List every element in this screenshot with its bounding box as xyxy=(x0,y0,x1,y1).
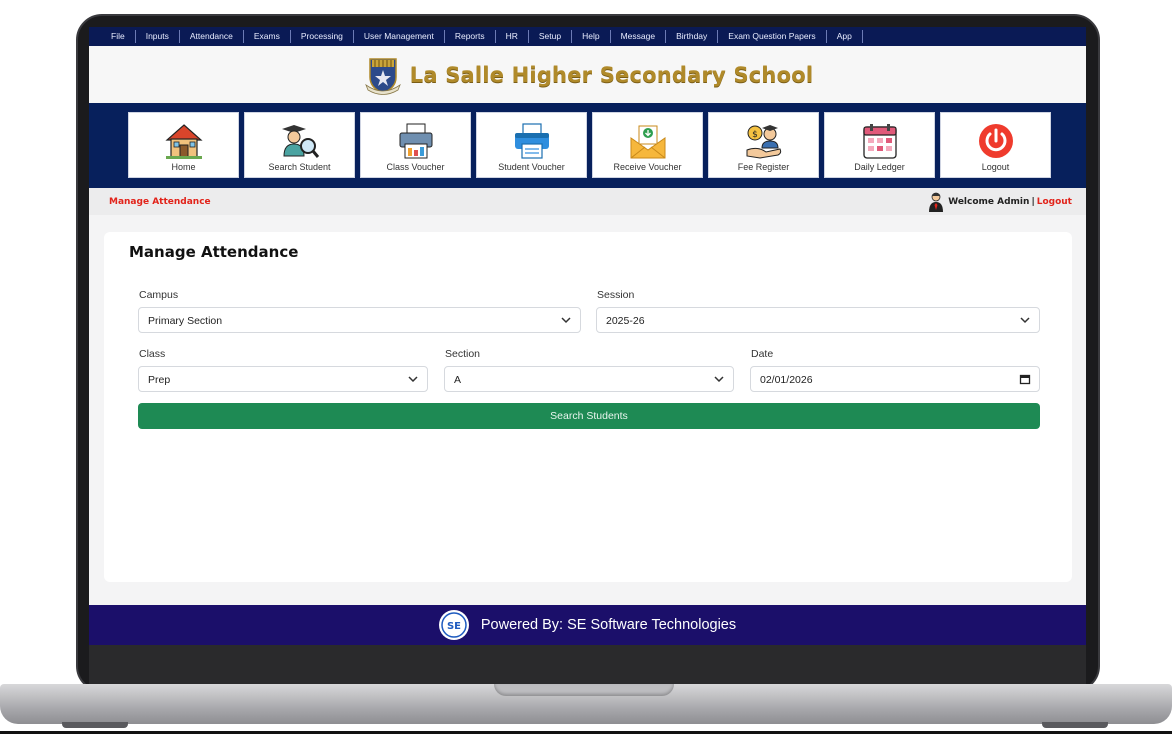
tile-daily-ledger[interactable]: Daily Ledger xyxy=(824,112,935,178)
logout-link[interactable]: Logout xyxy=(1037,197,1072,207)
school-name: La Salle Higher Secondary School xyxy=(409,62,814,87)
laptop-foot-right xyxy=(1042,722,1108,728)
menu-reports[interactable]: Reports xyxy=(445,30,496,43)
school-crest-icon xyxy=(364,57,401,95)
home-icon xyxy=(164,124,203,159)
search-student-icon xyxy=(281,125,319,158)
chevron-down-icon xyxy=(1020,317,1030,324)
menu-attendance[interactable]: Attendance xyxy=(180,30,244,43)
se-logo-icon: SE xyxy=(438,610,469,640)
menu-setup[interactable]: Setup xyxy=(529,30,573,43)
chevron-down-icon xyxy=(561,317,571,324)
breadcrumb-title: Manage Attendance xyxy=(109,197,211,207)
menu-exams[interactable]: Exams xyxy=(244,30,291,43)
menu-message[interactable]: Message xyxy=(611,30,667,43)
campus-label: Campus xyxy=(139,289,179,301)
powered-by-text: Powered By: SE Software Technologies xyxy=(480,617,737,633)
date-value: 02/01/2026 xyxy=(760,374,813,386)
session-select[interactable]: 2025-26 xyxy=(596,307,1040,333)
welcome-separator: | xyxy=(1031,197,1035,207)
menu-app[interactable]: App xyxy=(827,30,863,43)
receive-voucher-icon xyxy=(630,125,665,159)
date-label: Date xyxy=(751,348,774,360)
welcome-text: Welcome Admin xyxy=(948,197,1030,207)
tile-label: Fee Register xyxy=(737,162,790,172)
section-value: A xyxy=(454,374,462,386)
se-logo-mark: SE xyxy=(441,612,467,638)
attendance-card: Manage Attendance Campus Primary Section… xyxy=(104,232,1072,582)
menu-file[interactable]: File xyxy=(103,30,136,43)
se-logo-text: SE xyxy=(447,621,461,632)
class-label: Class xyxy=(139,348,166,360)
fee-register-icon: $ xyxy=(746,125,781,159)
footer-bar: SE Powered By: SE Software Technologies xyxy=(89,605,1086,645)
tile-receive-voucher[interactable]: Receive Voucher xyxy=(592,112,703,178)
tile-student-voucher[interactable]: Student Voucher xyxy=(476,112,587,178)
laptop-chin xyxy=(89,645,1086,685)
welcome-area: Welcome Admin | Logout xyxy=(928,192,1072,212)
chevron-down-icon xyxy=(408,376,418,383)
tile-label: Logout xyxy=(981,162,1010,172)
menu-user-management[interactable]: User Management xyxy=(354,30,445,43)
school-header: La Salle Higher Secondary School xyxy=(89,46,1086,103)
tile-label: Receive Voucher xyxy=(613,162,682,172)
menu-hr[interactable]: HR xyxy=(496,30,529,43)
top-menu-bar: File Inputs Attendance Exams Processing … xyxy=(89,27,1086,46)
date-input[interactable]: 02/01/2026 xyxy=(750,366,1040,392)
tile-label: Daily Ledger xyxy=(854,162,905,172)
calendar-picker-icon[interactable] xyxy=(1019,373,1031,385)
shortcut-tiles: Home Search Student Class Voucher Studen… xyxy=(89,103,1086,188)
search-students-button[interactable]: Search Students xyxy=(138,403,1040,429)
menu-inputs[interactable]: Inputs xyxy=(136,30,180,43)
laptop-notch xyxy=(494,684,674,696)
page-title: Manage Attendance xyxy=(129,243,299,261)
admin-avatar-icon xyxy=(929,192,944,212)
menu-processing[interactable]: Processing xyxy=(291,30,354,43)
campus-value: Primary Section xyxy=(148,315,223,327)
section-label: Section xyxy=(445,348,481,360)
calendar-icon xyxy=(862,124,897,159)
tile-fee-register[interactable]: $ Fee Register xyxy=(708,112,819,178)
class-voucher-icon xyxy=(399,123,432,159)
tile-home[interactable]: Home xyxy=(128,112,239,178)
menu-exam-question-papers[interactable]: Exam Question Papers xyxy=(718,30,827,43)
chevron-down-icon xyxy=(714,376,724,383)
class-value: Prep xyxy=(148,374,171,386)
tile-label: Search Student xyxy=(268,162,331,172)
svg-text:$: $ xyxy=(752,130,758,140)
tile-label: Home xyxy=(171,162,196,172)
tile-search-student[interactable]: Search Student xyxy=(244,112,355,178)
tile-label: Student Voucher xyxy=(498,162,565,172)
tile-class-voucher[interactable]: Class Voucher xyxy=(360,112,471,178)
power-icon xyxy=(978,124,1013,158)
laptop-foot-left xyxy=(62,722,128,728)
section-select[interactable]: A xyxy=(444,366,734,392)
menu-birthday[interactable]: Birthday xyxy=(666,30,719,43)
menu-help[interactable]: Help xyxy=(572,30,611,43)
tile-label: Class Voucher xyxy=(386,162,445,172)
laptop-frame: File Inputs Attendance Exams Processing … xyxy=(0,0,1172,734)
campus-select[interactable]: Primary Section xyxy=(138,307,581,333)
breadcrumb-bar: Manage Attendance Welcome Admin | Logout xyxy=(89,188,1086,215)
printer-icon xyxy=(514,123,549,159)
app-screen: File Inputs Attendance Exams Processing … xyxy=(89,27,1086,645)
class-select[interactable]: Prep xyxy=(138,366,428,392)
session-value: 2025-26 xyxy=(606,315,645,327)
session-label: Session xyxy=(597,289,635,301)
tile-logout[interactable]: Logout xyxy=(940,112,1051,178)
